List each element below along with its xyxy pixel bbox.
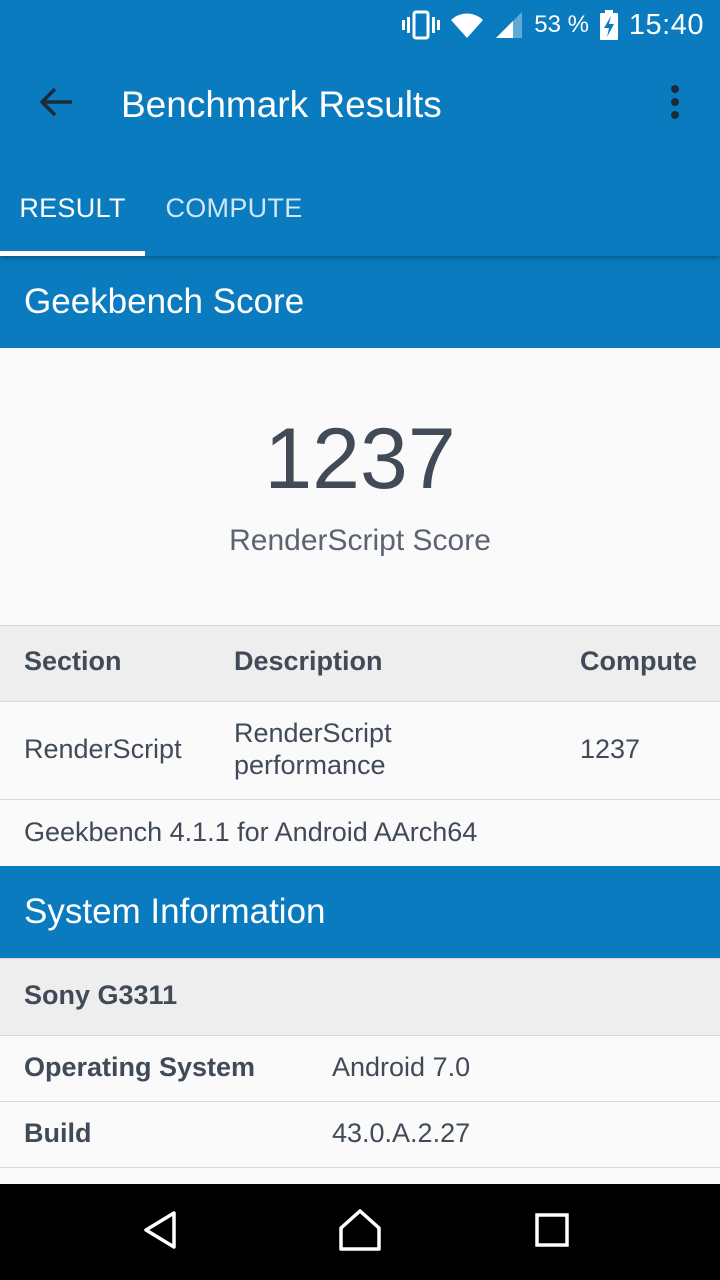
geekbench-score-header: Geekbench Score — [0, 256, 720, 348]
version-text: Geekbench 4.1.1 for Android AArch64 — [24, 817, 478, 847]
column-header-section: Section — [24, 646, 122, 676]
row-description-line2: performance — [234, 750, 386, 780]
home-icon — [338, 1208, 382, 1257]
info-row-os: Operating System Android 7.0 — [0, 1035, 720, 1101]
arrow-back-icon — [38, 84, 74, 125]
back-button[interactable] — [24, 72, 88, 136]
signal-icon — [494, 11, 524, 39]
system-information-header: System Information — [0, 866, 720, 958]
score-panel: 1237 RenderScript Score — [0, 348, 720, 625]
navigation-bar — [0, 1184, 720, 1280]
tab-compute[interactable]: COMPUTE — [145, 160, 323, 256]
wifi-icon — [450, 11, 484, 39]
overflow-menu-button[interactable] — [650, 74, 700, 134]
column-header-description: Description — [234, 646, 383, 676]
device-name: Sony G3311 — [24, 980, 178, 1010]
row-description: RenderScript performance — [234, 717, 392, 781]
score-value: 1237 — [264, 411, 456, 507]
info-value-build: 43.0.A.2.27 — [332, 1118, 471, 1148]
table-header: Section Description Compute — [0, 625, 720, 701]
info-label-build: Build — [24, 1118, 92, 1148]
info-row-build: Build 43.0.A.2.27 — [0, 1101, 720, 1167]
row-description-line1: RenderScript — [234, 718, 392, 748]
battery-percent: 53 % — [534, 11, 589, 38]
tab-indicator — [0, 251, 145, 256]
vibrate-icon — [402, 10, 441, 40]
row-compute: 1237 — [580, 734, 641, 764]
back-triangle-icon — [140, 1210, 180, 1255]
page-title: Benchmark Results — [121, 84, 442, 125]
recents-icon — [534, 1212, 570, 1253]
status-icons: 53 % 15:40 — [402, 0, 704, 50]
nav-home-button[interactable] — [330, 1202, 390, 1262]
battery-charging-icon — [599, 10, 619, 40]
table-row: RenderScript RenderScript performance 12… — [0, 701, 720, 799]
nav-back-button[interactable] — [130, 1202, 190, 1262]
more-vert-icon — [669, 84, 681, 125]
tab-result[interactable]: RESULT — [0, 160, 145, 256]
device-row: Sony G3311 — [0, 958, 720, 1035]
score-label: RenderScript Score — [229, 524, 491, 557]
column-header-compute: Compute — [580, 646, 697, 676]
status-time: 15:40 — [628, 8, 704, 41]
nav-recents-button[interactable] — [522, 1202, 582, 1262]
status-bar: 53 % 15:40 — [0, 0, 720, 50]
app-bar: Benchmark Results — [0, 50, 720, 160]
table-footer: Geekbench 4.1.1 for Android AArch64 — [0, 799, 720, 866]
tab-bar: RESULT COMPUTE — [0, 160, 720, 256]
info-value-os: Android 7.0 — [332, 1052, 471, 1082]
info-label-os: Operating System — [24, 1052, 256, 1082]
row-section: RenderScript — [24, 734, 182, 764]
